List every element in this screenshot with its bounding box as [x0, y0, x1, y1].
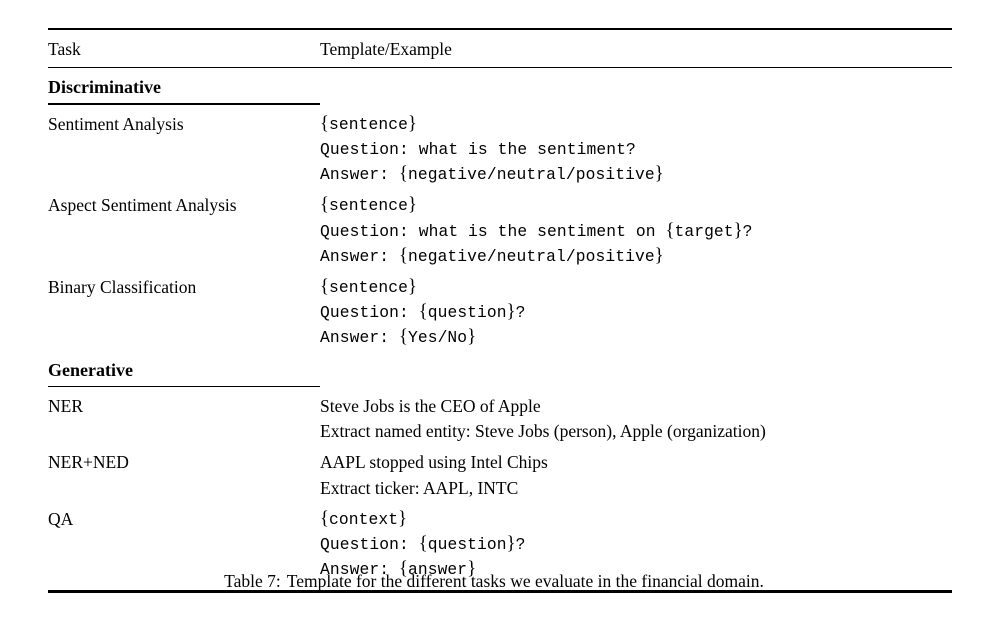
table-row: Binary Classification {sentence} Question:… [48, 269, 952, 351]
results-table: Task Template/Example Discriminative Sent… [48, 28, 952, 593]
template-line: {sentence} [320, 113, 417, 134]
task-name: Aspect Sentiment Analysis [48, 195, 237, 216]
task-name: NER+NED [48, 452, 129, 473]
table-row: NER+NED AAPL stopped using Intel Chips Ext… [48, 444, 952, 500]
column-header-task: Task [48, 39, 81, 60]
table-body: Discriminative Sentiment Analysis {sentenc… [48, 68, 952, 590]
task-template: {sentence} Question: what is the sentimen… [320, 193, 952, 269]
header-spacer-bottom [48, 60, 952, 67]
placeholder-brace: } [654, 245, 664, 266]
template-line: {sentence} [320, 277, 417, 297]
task-template: Steve Jobs is the CEO of Apple Extract na… [320, 394, 952, 444]
template-line: Steve Jobs is the CEO of Apple [320, 395, 541, 416]
placeholder-brace: } [407, 277, 417, 297]
placeholder-brace: } [398, 508, 408, 529]
section-heading: Generative [48, 359, 133, 380]
task-template: {sentence} Question: {question}? Answer: {… [320, 275, 952, 351]
table-row: NER Steve Jobs is the CEO of Apple Extract… [48, 387, 952, 444]
template-line: Question: {question}? [320, 533, 526, 554]
placeholder-brace: } [467, 327, 477, 348]
caption-label: Table 7: [224, 571, 281, 591]
header-spacer-top [48, 30, 952, 39]
placeholder-brace: } [407, 113, 417, 134]
task-name: QA [48, 508, 74, 529]
task-name: Sentiment Analysis [48, 113, 184, 134]
placeholder-brace: { [398, 327, 408, 348]
table-caption: Table 7: Template for the different tasks… [0, 570, 988, 592]
table-figure-page: Task Template/Example Discriminative Sent… [0, 0, 988, 617]
placeholder-brace: } [506, 302, 516, 323]
placeholder-brace: } [506, 533, 516, 554]
section-heading: Discriminative [48, 77, 161, 98]
placeholder-brace: { [398, 164, 408, 185]
placeholder-brace: } [654, 164, 664, 185]
column-header-template: Template/Example [320, 39, 452, 60]
template-line: {sentence} [320, 195, 417, 216]
placeholder-brace: } [407, 195, 417, 216]
task-name: Binary Classification [48, 277, 197, 297]
template-line: Extract ticker: AAPL, INTC [320, 477, 519, 498]
placeholder-brace: { [320, 113, 329, 134]
placeholder-brace: { [320, 195, 329, 216]
template-line: Extract named entity: Steve Jobs (person… [320, 421, 766, 442]
template-line: Answer: {Yes/No} [320, 327, 477, 348]
template-line: Question: what is the sentiment? [320, 139, 636, 159]
template-line: Question: what is the sentiment on {targ… [320, 220, 753, 241]
task-template: {sentence} Question: what is the sentimen… [320, 112, 952, 188]
placeholder-brace: } [733, 220, 743, 241]
task-name: NER [48, 395, 83, 416]
table-row: Aspect Sentiment Analysis {sentence} Quest… [48, 187, 952, 269]
caption-text: Template for the different tasks we eval… [286, 571, 764, 591]
placeholder-brace: { [665, 220, 675, 241]
template-line: {context} [320, 508, 408, 529]
template-line: Answer: {negative/neutral/positive} [320, 245, 664, 266]
placeholder-brace: { [418, 302, 428, 323]
placeholder-brace: { [398, 245, 408, 266]
template-line: Answer: {negative/neutral/positive} [320, 164, 664, 185]
template-line: AAPL stopped using Intel Chips [320, 452, 548, 473]
template-line: Question: {question}? [320, 302, 526, 323]
placeholder-brace: { [418, 533, 428, 554]
placeholder-brace: { [320, 508, 329, 529]
table-row: Sentiment Analysis {sentence} Question: wh… [48, 105, 952, 188]
table-header-row: Task Template/Example [48, 39, 952, 60]
placeholder-brace: { [320, 277, 329, 297]
task-template: AAPL stopped using Intel Chips Extract ti… [320, 450, 952, 500]
